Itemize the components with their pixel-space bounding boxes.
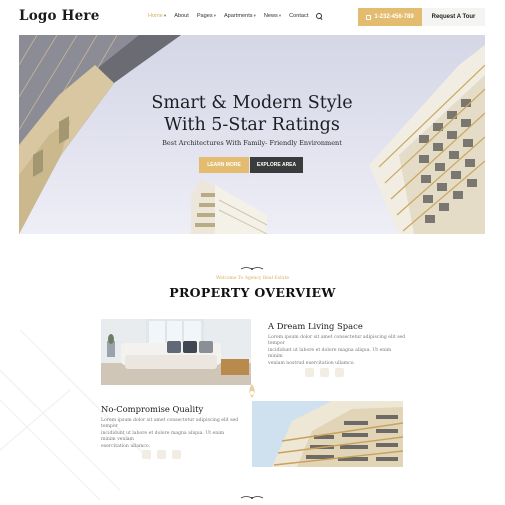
row-title-dream-living: A Dream Living Space xyxy=(268,321,363,331)
building-photo xyxy=(252,401,403,467)
chevron-down-icon: ▾ xyxy=(163,13,167,18)
nav-item-news[interactable]: News▾ xyxy=(264,13,281,19)
nav-label: Apartments xyxy=(223,13,253,19)
nav-label: Contact xyxy=(289,13,309,19)
nav-label: News xyxy=(263,13,278,19)
text-line: incididunt ut labore et dolore magna ali… xyxy=(268,347,392,360)
nav-item-pages[interactable]: Pages▾ xyxy=(197,13,216,19)
nav-item-about[interactable]: About xyxy=(174,13,189,19)
square-icon xyxy=(305,368,314,377)
hero-title-line-2: With 5-Star Ratings xyxy=(164,115,340,135)
square-icon xyxy=(172,450,181,459)
hero-title-line-1: Smart & Modern Style xyxy=(151,93,353,113)
phone-icon xyxy=(366,14,372,20)
square-icon xyxy=(142,450,151,459)
chevron-down-icon: ▾ xyxy=(213,13,216,18)
nav-label: About xyxy=(174,13,189,19)
square-icon xyxy=(335,368,344,377)
chevron-down-icon: ▾ xyxy=(253,13,256,18)
phone-number: 1-232-456-789 xyxy=(374,14,414,20)
nav-label: Home xyxy=(148,13,163,19)
text-line: incididunt ut labore et dolore magna ali… xyxy=(101,430,225,443)
logo[interactable]: Logo Here xyxy=(19,8,100,24)
request-tour-button[interactable]: Request A Tour xyxy=(422,8,485,26)
main-nav: Home▾ About Pages▾ Apartments▾ News▾ Con… xyxy=(148,13,323,19)
section-welcome: Welcome To Agency Real Estate xyxy=(215,276,290,281)
decorative-squares xyxy=(142,450,181,459)
square-icon xyxy=(320,368,329,377)
section-title: PROPERTY OVERVIEW xyxy=(169,285,336,300)
search-icon[interactable] xyxy=(316,13,323,19)
nav-label: Pages xyxy=(196,13,213,19)
hero-banner: Smart & Modern Style With 5-Star Ratings… xyxy=(19,35,485,234)
center-ornament-icon xyxy=(249,384,255,398)
phone-button[interactable]: 1-232-456-789 xyxy=(358,8,422,26)
row-text-quality: Lorem ipsum dolor sit amet consectetur a… xyxy=(101,418,239,450)
row-title-quality: No-Compromise Quality xyxy=(101,404,204,414)
ornament-divider-icon xyxy=(240,496,264,499)
ornament-divider-icon xyxy=(240,267,264,270)
square-icon xyxy=(157,450,166,459)
text-line: veniam nostrud exercitation ullamco. xyxy=(268,360,355,366)
nav-item-home[interactable]: Home▾ xyxy=(148,13,166,19)
decorative-squares xyxy=(305,368,344,377)
explore-area-button[interactable]: EXPLORE AREA xyxy=(250,157,303,173)
site-header: Logo Here Home▾ About Pages▾ Apartments▾… xyxy=(0,0,505,34)
hero-subtitle: Best Architectures With Family- Friendly… xyxy=(162,139,342,147)
chevron-down-icon: ▾ xyxy=(278,13,282,18)
row-text-dream-living: Lorem ipsum dolor sit amet consectetur a… xyxy=(268,335,406,367)
text-line: Lorem ipsum dolor sit amet consectetur a… xyxy=(268,335,406,347)
nav-item-apartments[interactable]: Apartments▾ xyxy=(224,13,256,19)
nav-item-contact[interactable]: Contact xyxy=(289,13,308,19)
text-line: Lorem ipsum dolor sit amet consectetur a… xyxy=(101,418,239,430)
living-room-photo xyxy=(101,319,251,385)
learn-more-button[interactable]: LEARN MORE xyxy=(199,157,249,173)
